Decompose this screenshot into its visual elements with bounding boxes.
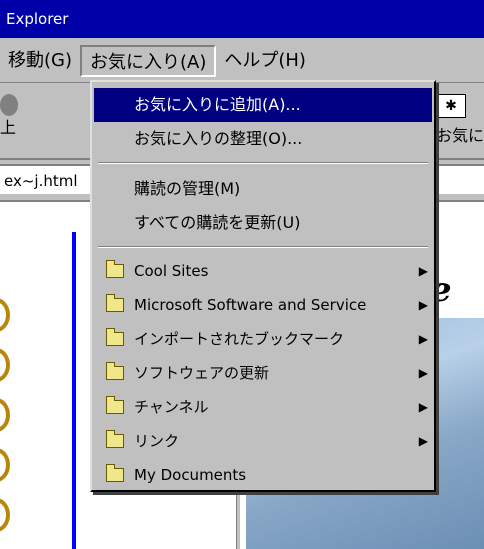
up-button-label: 上 xyxy=(0,118,17,137)
folder-icon xyxy=(106,328,124,346)
folder-icon xyxy=(106,396,124,414)
blue-divider xyxy=(72,232,76,549)
folder-label: リンク xyxy=(134,432,180,450)
folder-label: ソフトウェアの更新 xyxy=(134,364,270,382)
ring-icon xyxy=(0,298,10,332)
folder-icon xyxy=(106,294,124,312)
chevron-right-icon: ▶ xyxy=(418,298,428,312)
favorites-icon: ✱ xyxy=(436,94,466,118)
folder-software-updates[interactable]: ソフトウェアの更新 ▶ xyxy=(94,356,432,390)
chevron-right-icon: ▶ xyxy=(418,332,428,346)
folder-links[interactable]: リンク ▶ xyxy=(94,424,432,458)
update-subscriptions-item[interactable]: すべての購読を更新(U) xyxy=(94,206,432,240)
menu-bar: 移動(G) お気に入り(A) ヘルプ(H) xyxy=(0,40,484,83)
ring-icon xyxy=(0,348,10,382)
update-subscriptions-label: すべての購読を更新(U) xyxy=(134,213,301,232)
organize-favorites-label: お気に入りの整理(O)... xyxy=(134,129,303,148)
folder-label: Microsoft Software and Service xyxy=(134,296,367,314)
folder-label: Cool Sites xyxy=(134,262,209,280)
folder-channels[interactable]: チャンネル ▶ xyxy=(94,390,432,424)
menu-separator xyxy=(98,162,428,164)
add-to-favorites-item[interactable]: お気に入りに追加(A)... xyxy=(94,88,432,122)
folder-label: チャンネル xyxy=(134,398,209,416)
chevron-right-icon: ▶ xyxy=(418,400,428,414)
manage-subscriptions-item[interactable]: 購読の管理(M) xyxy=(94,172,432,206)
ring-icon xyxy=(0,498,10,532)
organize-favorites-item[interactable]: お気に入りの整理(O)... xyxy=(94,122,432,156)
window-title: Explorer xyxy=(6,10,69,28)
folder-imported-bookmarks[interactable]: インポートされたブックマーク ▶ xyxy=(94,322,432,356)
chevron-right-icon: ▶ xyxy=(418,434,428,448)
folder-cool-sites[interactable]: Cool Sites ▶ xyxy=(94,254,432,288)
menu-favorites[interactable]: お気に入り(A) xyxy=(80,45,217,77)
up-button[interactable]: 上 xyxy=(0,94,18,137)
folder-icon xyxy=(106,430,124,448)
folder-my-documents[interactable]: My Documents xyxy=(94,458,432,492)
folder-label: My Documents xyxy=(134,466,247,484)
title-bar: Explorer xyxy=(0,0,484,38)
up-icon xyxy=(0,94,18,116)
menu-help[interactable]: ヘルプ(H) xyxy=(216,45,314,77)
folder-icon xyxy=(106,362,124,380)
menu-go[interactable]: 移動(G) xyxy=(0,45,80,77)
add-to-favorites-label: お気に入りに追加(A)... xyxy=(134,95,301,114)
ring-icon xyxy=(0,398,10,432)
favorites-dropdown: お気に入りに追加(A)... お気に入りの整理(O)... 購読の管理(M) す… xyxy=(90,80,436,492)
chevron-right-icon: ▶ xyxy=(418,264,428,278)
menu-separator xyxy=(98,246,428,248)
folder-icon xyxy=(106,464,124,482)
manage-subscriptions-label: 購読の管理(M) xyxy=(134,179,241,198)
chevron-right-icon: ▶ xyxy=(418,366,428,380)
binder-rings xyxy=(0,298,12,548)
ring-icon xyxy=(0,448,10,482)
folder-microsoft[interactable]: Microsoft Software and Service ▶ xyxy=(94,288,432,322)
folder-icon xyxy=(106,260,124,278)
folder-label: インポートされたブックマーク xyxy=(134,330,345,348)
